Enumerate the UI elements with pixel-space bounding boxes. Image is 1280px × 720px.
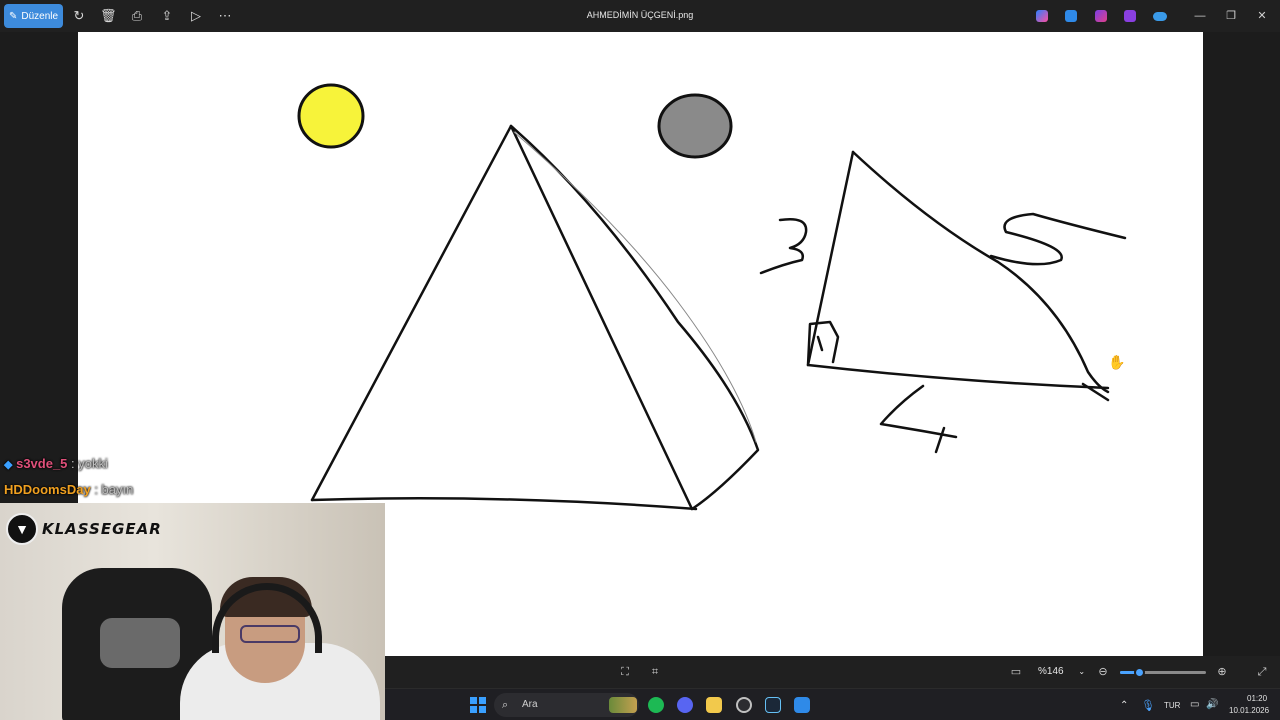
webcam-overlay: ▼ KLASSEGEAR — [0, 503, 385, 720]
delete-icon[interactable]: 🗑 — [100, 8, 117, 24]
badge-icon: ◆ — [4, 459, 13, 471]
zoom-slider-knob[interactable] — [1133, 667, 1145, 678]
minimize-button[interactable]: — — [1192, 8, 1208, 24]
zoom-out-icon[interactable]: ⊖ — [1095, 664, 1111, 680]
glasses — [240, 625, 300, 643]
discord-icon[interactable] — [677, 697, 693, 713]
fit-screen-icon[interactable]: ⛶ — [617, 664, 633, 680]
zoom-dropdown[interactable]: %146 ⌄ — [1038, 666, 1085, 677]
copilot-icon[interactable] — [1036, 10, 1048, 22]
fullscreen-icon[interactable]: ⤢ — [1254, 664, 1270, 680]
chevron-up-icon[interactable]: ⌃ — [1120, 700, 1128, 711]
pyramid — [310, 124, 760, 511]
photos-editor-icon[interactable] — [1065, 10, 1077, 22]
edit-button-label: Düzenle — [21, 10, 59, 22]
network-icon[interactable]: ▭ — [1190, 699, 1199, 710]
brand-name: KLASSEGEAR — [42, 520, 162, 538]
share-icon[interactable]: ⇪ — [159, 8, 175, 24]
zoom-level: %146 — [1038, 666, 1064, 677]
select-area-icon[interactable]: ⌗ — [647, 664, 663, 680]
start-button[interactable] — [470, 697, 486, 713]
number-three — [759, 218, 808, 275]
edit-button[interactable]: ✎ Düzenle — [4, 4, 63, 28]
chat-line: ◆ s3vde_5 : yokki — [4, 456, 108, 471]
language-indicator[interactable]: TUR — [1164, 701, 1180, 710]
photos-icon[interactable] — [794, 697, 810, 713]
window-title: AHMEDİMİN ÜÇGENİ.png — [586, 10, 694, 20]
print-icon[interactable]: ⎙ — [129, 8, 145, 24]
search-icon: ⌕ — [502, 699, 509, 711]
chat-message: : bayın — [94, 482, 134, 497]
clipchamp-icon[interactable] — [1095, 10, 1107, 22]
maximize-button[interactable]: ❐ — [1223, 8, 1239, 24]
clock-time[interactable]: 01:20 — [1247, 694, 1267, 703]
chevron-down-icon: ⌄ — [1078, 667, 1086, 676]
hand-cursor-icon: ✋ — [1108, 354, 1126, 370]
close-button[interactable]: ✕ — [1254, 8, 1270, 24]
onedrive-icon[interactable] — [1153, 12, 1167, 21]
zoom-in-icon[interactable]: ⊕ — [1214, 664, 1230, 680]
obs-icon[interactable] — [736, 697, 752, 713]
chair-cushion — [100, 618, 180, 668]
chat-username: HDDoomsDay — [4, 482, 91, 497]
designer-icon[interactable] — [1124, 10, 1136, 22]
brand-logo: ▼ KLASSEGEAR — [6, 513, 162, 545]
zoom-slider[interactable] — [1120, 667, 1206, 678]
yellow-sun — [297, 83, 365, 149]
search-placeholder: Ara — [522, 699, 538, 710]
number-five — [989, 212, 1127, 266]
actual-size-icon[interactable]: ▭ — [1008, 664, 1024, 680]
chat-message: : yokki — [71, 456, 108, 471]
number-four — [879, 384, 958, 454]
rotate-icon[interactable]: ↻ — [71, 8, 87, 24]
search-highlight-icon[interactable] — [609, 697, 637, 713]
steam-icon[interactable] — [765, 697, 781, 713]
more-icon[interactable]: ⋯ — [217, 8, 233, 24]
logo-mark-icon: ▼ — [6, 513, 38, 545]
chat-username: s3vde_5 — [16, 456, 68, 471]
title-bar: ✎ Düzenle ↻ 🗑 ⎙ ⇪ ▷ ⋯ AHMEDİMİN ÜÇGENİ.p… — [0, 0, 1280, 32]
edit-icon: ✎ — [8, 10, 18, 22]
chat-line: HDDoomsDay : bayın — [4, 482, 133, 497]
file-explorer-icon[interactable] — [706, 697, 722, 713]
slideshow-icon[interactable]: ▷ — [188, 8, 204, 24]
volume-icon[interactable]: 🔊 — [1206, 699, 1218, 710]
microphone-icon[interactable]: 🎙 — [1141, 699, 1155, 712]
taskbar: ⌕ Ara ⌃ 🎙 TUR ▭ 🔊 01:20 10.01.2026 — [385, 688, 1280, 720]
spotify-icon[interactable] — [648, 697, 664, 713]
gray-circle — [657, 93, 733, 159]
right-triangle — [806, 150, 1110, 402]
viewer-bottom-bar: ⛶ ⌗ ▭ %146 ⌄ ⊖ ⊕ ⤢ — [385, 656, 1280, 688]
clock-date[interactable]: 10.01.2026 — [1229, 706, 1269, 715]
